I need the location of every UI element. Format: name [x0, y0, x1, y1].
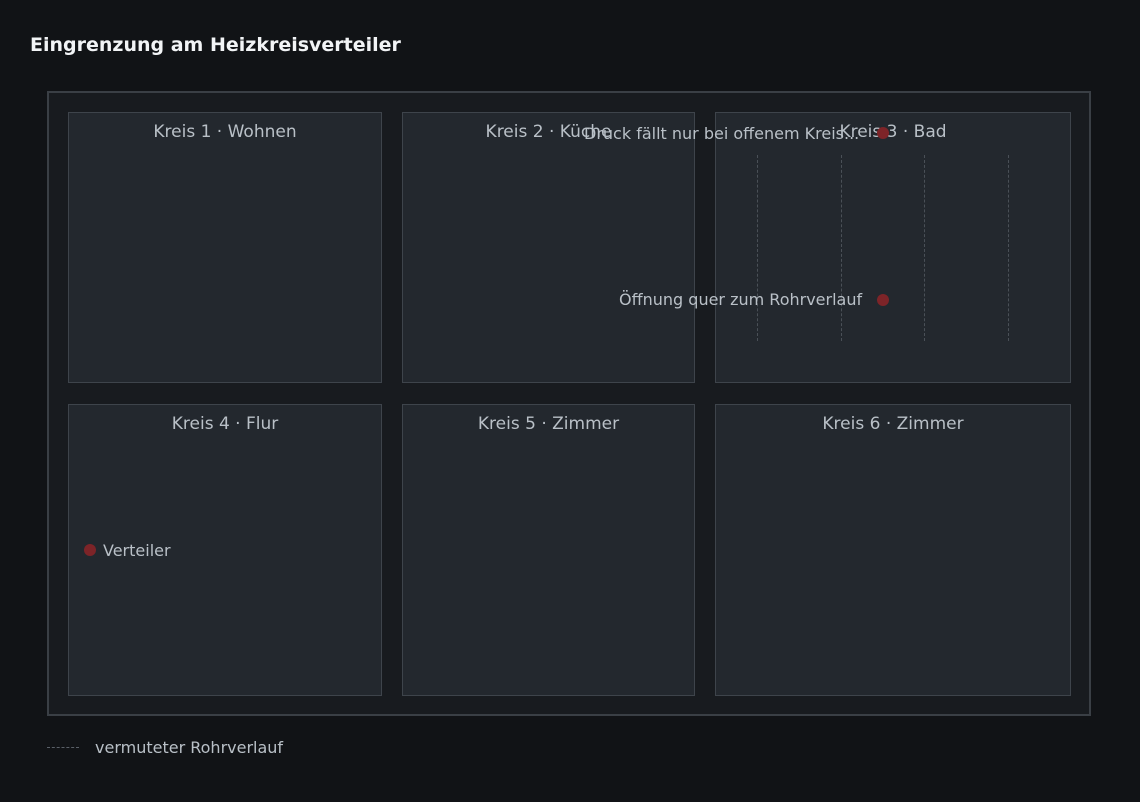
zone-label: Kreis 5 · Zimmer [477, 414, 620, 434]
legend-label: vermuteter Rohrverlauf [95, 737, 284, 757]
distributor-marker-dot[interactable] [84, 544, 96, 556]
pipe-run-line [924, 155, 925, 341]
opening-note: Öffnung quer zum Rohrverlauf [619, 290, 863, 309]
pipe-run-line [841, 155, 842, 341]
distributor-note: Verteiler [103, 541, 171, 560]
zone-label: Kreis 4 · Flur [171, 414, 279, 434]
zone-circuit-6[interactable]: Kreis 6 · Zimmer [715, 404, 1071, 696]
zone-label: Kreis 6 · Zimmer [822, 414, 964, 434]
zone-circuit-1[interactable]: Kreis 1 · Wohnen [68, 112, 382, 383]
zone-circuit-5[interactable]: Kreis 5 · Zimmer [402, 404, 695, 696]
pressure-marker-dot[interactable] [877, 127, 889, 139]
opening-marker-dot[interactable] [877, 294, 889, 306]
pressure-note: Druck fällt nur bei offenem Kreis... [584, 124, 860, 143]
zone-circuit-2[interactable]: Kreis 2 · Küche [402, 112, 695, 383]
zone-label: Kreis 1 · Wohnen [153, 122, 297, 142]
zone-circuit-3[interactable]: Kreis 3 · Bad [715, 112, 1071, 383]
legend-dash-icon [47, 746, 79, 748]
pipe-run-line [1008, 155, 1009, 341]
pipe-run-line [757, 155, 758, 341]
legend: vermuteter Rohrverlauf [47, 737, 283, 757]
page-title: Eingrenzung am Heizkreisverteiler [30, 34, 401, 56]
